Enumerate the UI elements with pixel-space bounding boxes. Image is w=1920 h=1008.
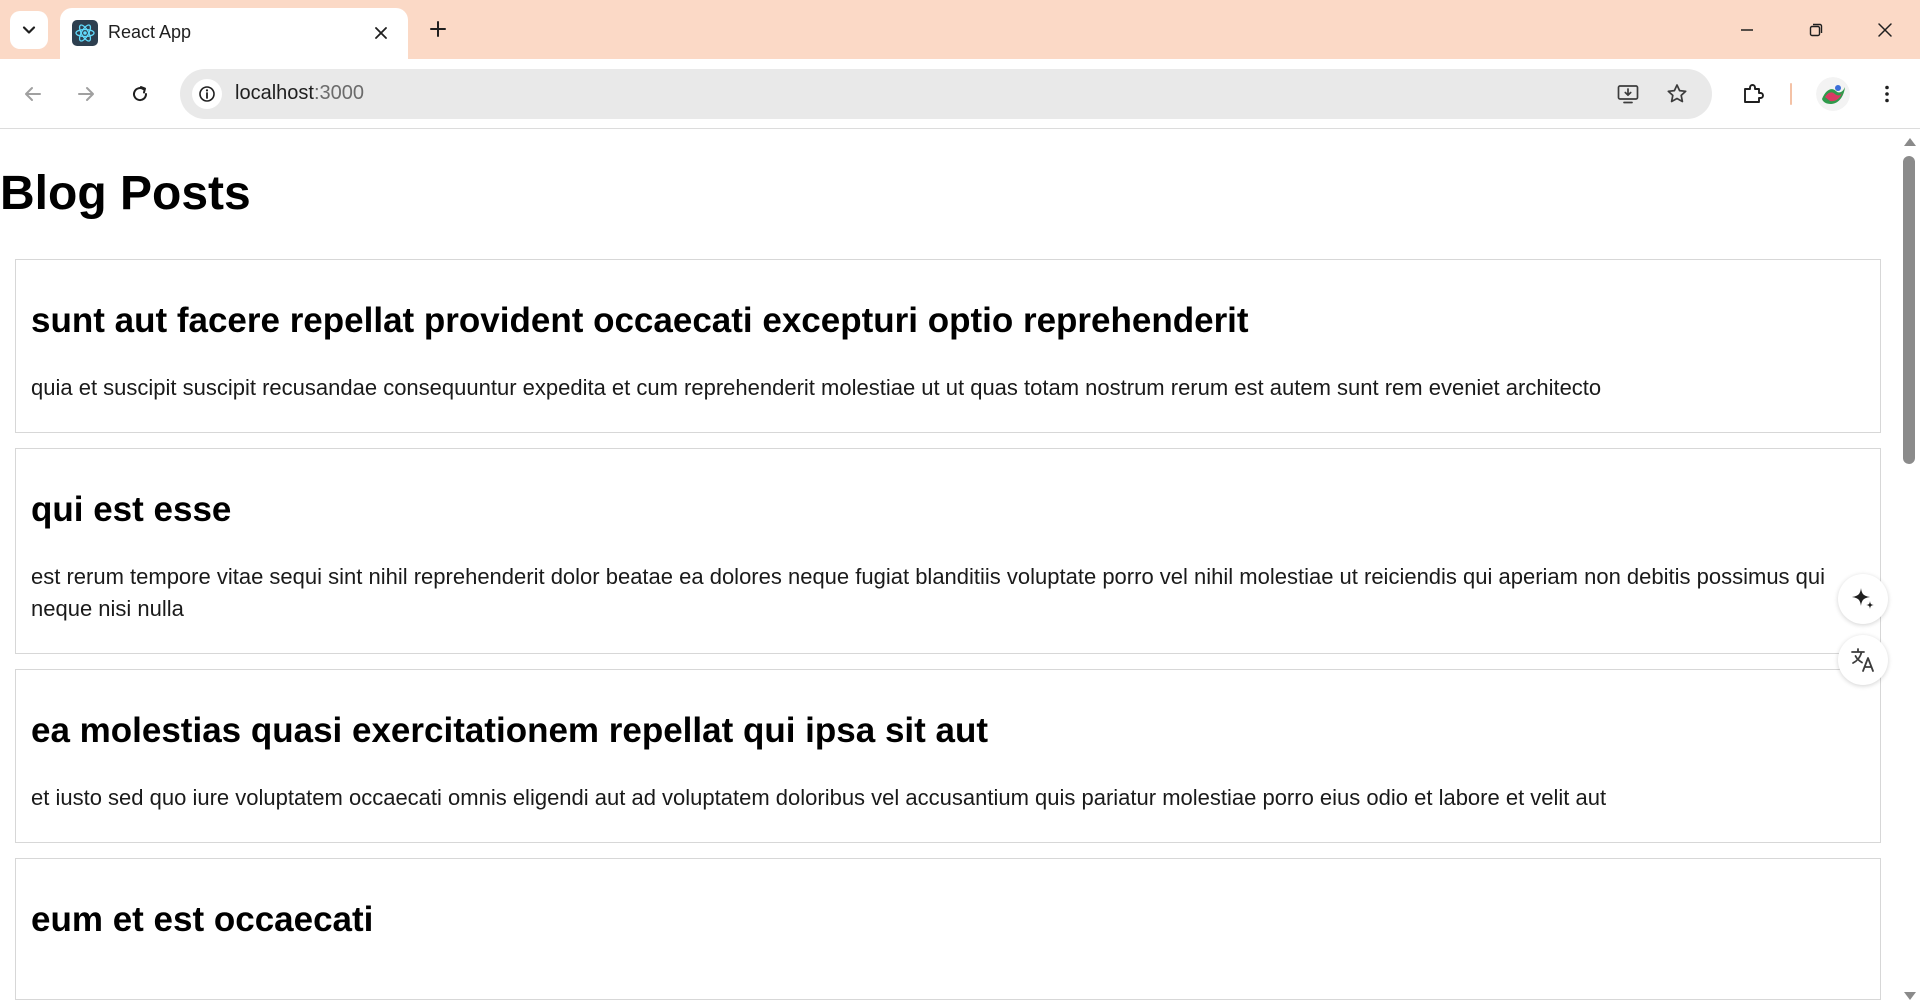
kebab-menu-icon <box>1885 85 1889 103</box>
star-icon <box>1667 84 1687 103</box>
toolbar-separator <box>1790 83 1792 105</box>
window-close-button[interactable] <box>1858 8 1912 52</box>
url-host: localhost <box>235 82 314 104</box>
ai-assist-button[interactable] <box>1838 574 1888 624</box>
forward-button[interactable] <box>67 75 105 113</box>
address-bar[interactable]: localhost:3000 <box>180 69 1712 119</box>
post-card: ea molestias quasi exercitationem repell… <box>15 669 1881 843</box>
minimize-button[interactable] <box>1720 8 1774 52</box>
minimize-icon <box>1741 29 1753 31</box>
browser-menu-button[interactable] <box>1868 75 1906 113</box>
back-button[interactable] <box>14 75 52 113</box>
browser-toolbar: localhost:3000 <box>0 59 1920 129</box>
bookmark-button[interactable] <box>1662 79 1692 109</box>
plus-icon <box>430 21 446 37</box>
post-title: sunt aut facere repellat provident occae… <box>31 301 1249 340</box>
scrollbar-thumb[interactable] <box>1903 156 1915 464</box>
post-title: eum et est occaecati <box>31 900 374 939</box>
post-card: qui est esse est rerum tempore vitae seq… <box>15 448 1881 654</box>
browser-tab[interactable]: React App <box>60 8 408 59</box>
restore-icon <box>1809 23 1823 37</box>
tab-strip: React App <box>0 0 1920 59</box>
post-body: et iusto sed quo iure voluptatem occaeca… <box>31 785 1607 810</box>
post-card: sunt aut facere repellat provident occae… <box>15 259 1881 433</box>
tab-title: React App <box>108 22 192 42</box>
page-title: Blog Posts <box>0 167 251 220</box>
tab-search-button[interactable] <box>10 11 48 49</box>
post-title: ea molestias quasi exercitationem repell… <box>31 711 989 750</box>
install-app-button[interactable] <box>1613 79 1643 109</box>
restore-button[interactable] <box>1789 8 1843 52</box>
arrow-right-icon <box>78 87 94 101</box>
new-tab-button[interactable] <box>420 11 456 47</box>
scroll-down-arrow[interactable] <box>1904 992 1916 1000</box>
page-viewport: Blog Posts sunt aut facere repellat prov… <box>0 130 1882 1008</box>
arrow-left-icon <box>25 87 41 101</box>
scroll-up-arrow[interactable] <box>1904 138 1916 146</box>
extensions-button[interactable] <box>1734 75 1772 113</box>
page-scrollbar[interactable] <box>1898 130 1920 1008</box>
avatar[interactable] <box>1816 77 1850 111</box>
url-text[interactable]: localhost:3000 <box>235 82 364 105</box>
react-logo-icon <box>72 20 98 46</box>
post-card: eum et est occaecati <box>15 858 1881 1000</box>
url-port: :3000 <box>313 82 364 104</box>
reload-icon <box>133 86 148 102</box>
info-icon <box>199 86 215 102</box>
translate-button[interactable] <box>1838 635 1888 685</box>
reload-button[interactable] <box>121 75 159 113</box>
close-icon <box>1878 23 1892 37</box>
chevron-down-icon <box>22 26 36 34</box>
post-body: est rerum tempore vitae sequi sint nihil… <box>31 564 1826 621</box>
close-icon <box>375 27 387 39</box>
post-body: quia et suscipit suscipit recusandae con… <box>31 375 1602 400</box>
install-app-icon <box>1617 85 1639 104</box>
translate-icon <box>1851 648 1874 672</box>
tab-close-button[interactable] <box>368 20 394 46</box>
puzzle-icon <box>1744 84 1764 103</box>
site-info-button[interactable] <box>192 79 222 109</box>
post-list: sunt aut facere repellat provident occae… <box>15 259 1881 1008</box>
sparkle-icon <box>1852 588 1874 609</box>
post-title: qui est esse <box>31 490 232 529</box>
